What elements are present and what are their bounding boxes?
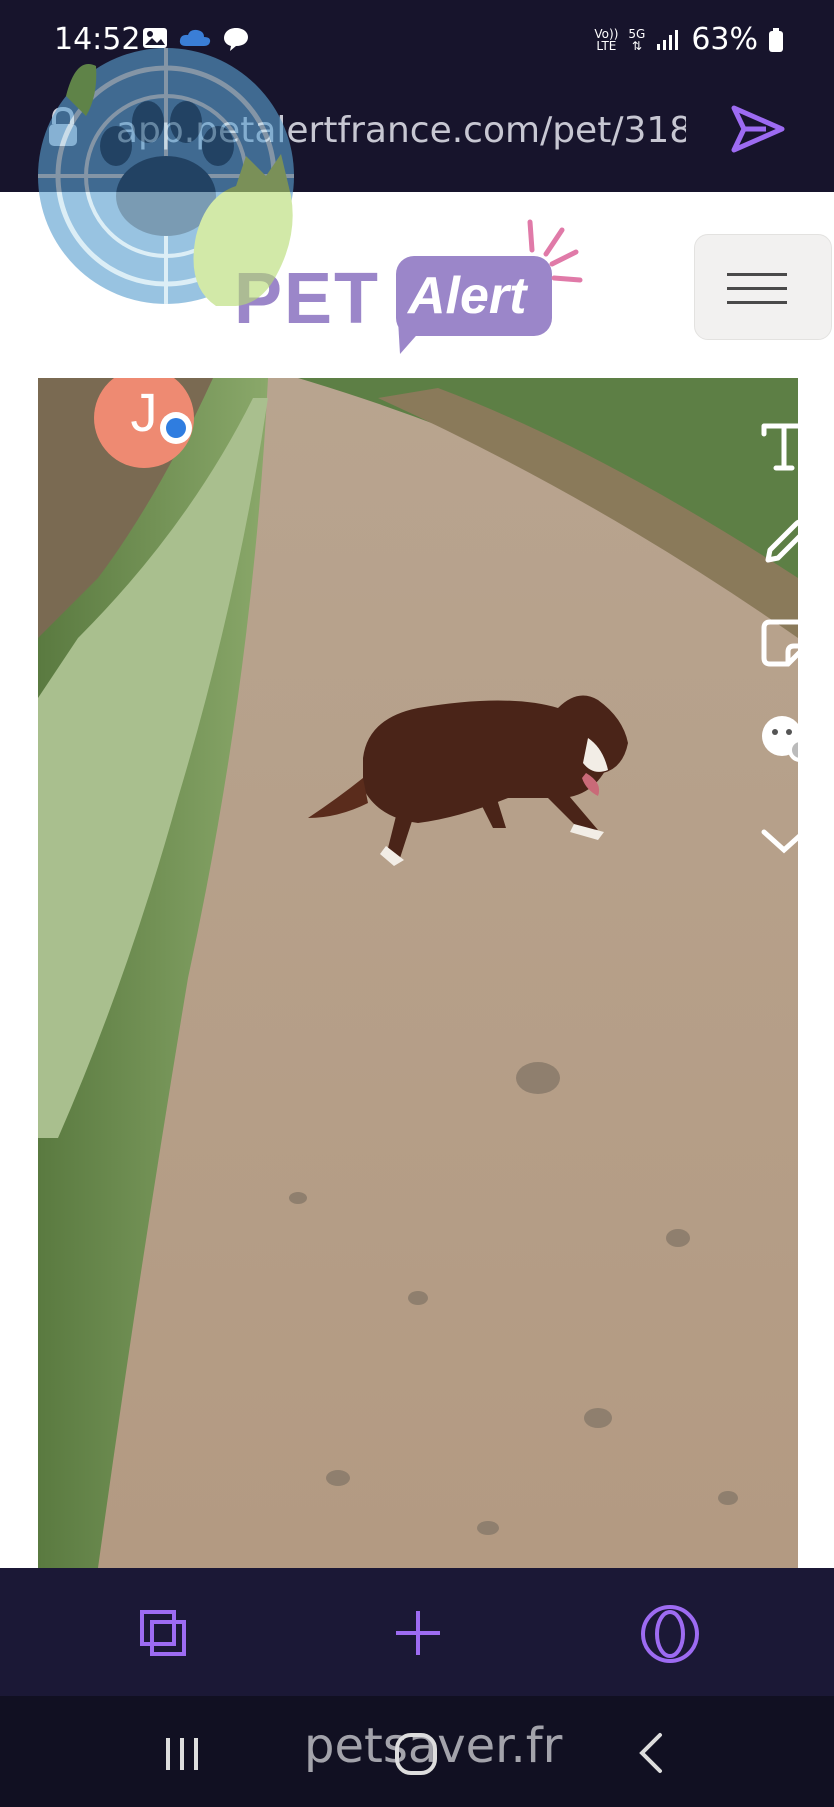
network-indicator: 5G ⇅ [628,26,646,53]
battery-icon [769,27,783,52]
pencil-icon[interactable] [760,516,798,568]
signal-icon [657,29,679,50]
back-icon[interactable] [636,1732,664,1774]
recent-apps-icon[interactable] [162,1736,202,1772]
pet-photo[interactable]: J [38,378,798,1568]
notification-icons [142,26,250,52]
cloud-notification-icon [179,29,211,46]
new-tab-plus-icon[interactable] [393,1608,443,1658]
battery-percent: 63% [691,22,758,57]
status-time: 14:52 [54,22,141,57]
lock-icon [49,106,77,146]
system-navigation-bar: petsaver.fr [0,1696,834,1807]
hamburger-menu-icon [727,273,787,276]
status-right: Vo)) LTE 5G ⇅ 63% [594,22,784,57]
logo-pet-text: PET [234,259,381,339]
send-icon[interactable] [730,104,786,154]
emoji-icon[interactable] [760,714,798,764]
status-bar: 14:52 Vo)) LTE 5G ⇅ 63% [0,0,834,82]
text-tool-icon[interactable] [760,420,798,472]
chevron-down-icon[interactable] [760,826,798,856]
petsaver-watermark-text: petsaver.fr [304,1718,563,1774]
avatar-online-badge [160,412,192,444]
logo-alert-rays [527,219,583,283]
address-bar[interactable]: app.petalertfrance.com/pet/31870 [0,82,834,192]
opera-menu-icon[interactable] [640,1604,700,1664]
site-header: PET Alert [0,192,834,378]
sticker-icon[interactable] [760,618,798,668]
tabs-icon[interactable] [138,1608,190,1658]
hamburger-menu-button[interactable] [694,234,832,340]
gallery-notification-icon [143,28,167,48]
petalert-logo[interactable]: PET Alert [234,216,604,356]
volte-indicator: Vo)) LTE [594,26,619,53]
chat-notification-icon [224,28,248,51]
url-text[interactable]: app.petalertfrance.com/pet/31870 [116,110,686,151]
logo-alert-text: Alert [408,267,527,325]
pet-photo-scene [38,378,798,1568]
pet-photo-frame: J [0,378,834,1568]
browser-bottom-toolbar [0,1568,834,1696]
